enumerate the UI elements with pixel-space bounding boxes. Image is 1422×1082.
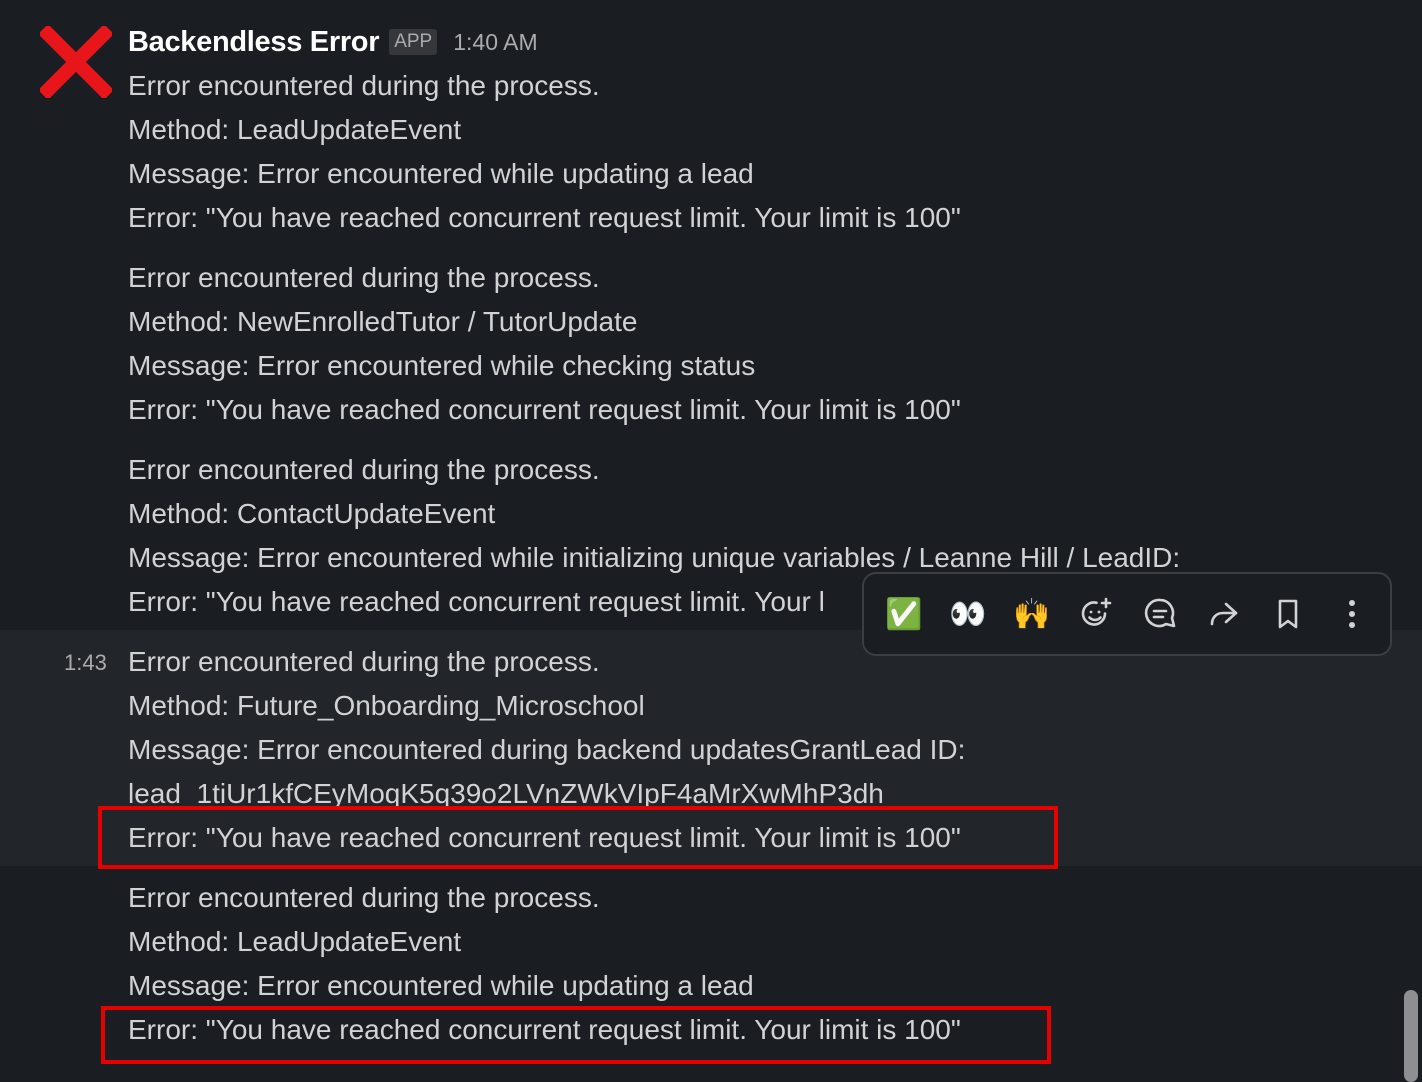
message-line: Error encountered during the process.: [128, 646, 600, 677]
sender-name[interactable]: Backendless Error: [128, 26, 380, 59]
message-line: Message: Error encountered during backen…: [128, 734, 966, 765]
message-line: Error encountered during the process.: [128, 262, 600, 293]
message-line: Method: LeadUpdateEvent: [128, 114, 462, 145]
message-line: Message: Error encountered while updatin…: [128, 158, 754, 189]
add-reaction-icon[interactable]: [1064, 582, 1128, 646]
message-actions-toolbar: ✅ 👀 🙌: [862, 572, 1392, 656]
highlight-annotation-box: [101, 1006, 1051, 1064]
message-line: Error encountered during the process.: [128, 882, 600, 913]
app-avatar-x-icon[interactable]: [38, 24, 114, 100]
message-line: Message: Error encountered while updatin…: [128, 970, 754, 1001]
message-line: Method: LeadUpdateEvent: [128, 926, 462, 957]
message-line: Method: ContactUpdateEvent: [128, 498, 496, 529]
message-header: Backendless Error APP 1:40 AM: [128, 20, 538, 64]
scrollbar-thumb[interactable]: [1404, 990, 1418, 1082]
save-bookmark-icon[interactable]: [1256, 582, 1320, 646]
message-line: Error: "You have reached concurrent requ…: [128, 586, 825, 617]
hover-timestamp[interactable]: 1:43: [64, 650, 107, 676]
share-message-icon[interactable]: [1192, 582, 1256, 646]
raised-hands-reaction-icon[interactable]: 🙌: [1000, 582, 1064, 646]
highlight-annotation-box: [98, 806, 1058, 869]
eyes-reaction-icon[interactable]: 👀: [936, 582, 1000, 646]
message-timestamp[interactable]: 1:40 AM: [453, 29, 537, 56]
message-line: Method: NewEnrolledTutor / TutorUpdate: [128, 306, 638, 337]
message-line: Error: "You have reached concurrent requ…: [128, 202, 961, 233]
slack-message-view: Backendless Error APP 1:40 AM Error enco…: [0, 0, 1422, 1082]
message-line: Error encountered during the process.: [128, 454, 600, 485]
more-actions-icon[interactable]: [1320, 582, 1384, 646]
message-line: Message: Error encountered while checkin…: [128, 350, 756, 381]
check-mark-reaction-icon[interactable]: ✅: [872, 582, 936, 646]
reply-in-thread-icon[interactable]: [1128, 582, 1192, 646]
message-line: Method: Future_Onboarding_Microschool: [128, 690, 645, 721]
message-line: Error: "You have reached concurrent requ…: [128, 394, 961, 425]
app-badge: APP: [389, 29, 438, 55]
message-line: Error encountered during the process.: [128, 70, 600, 101]
